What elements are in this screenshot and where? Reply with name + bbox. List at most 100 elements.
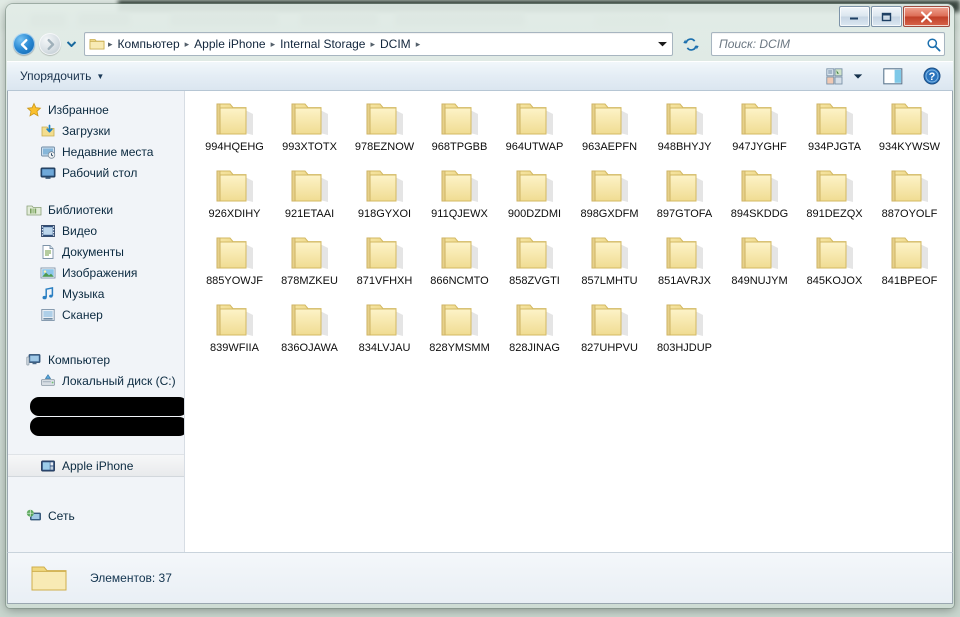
folder-item[interactable]: 934PJGTA bbox=[797, 101, 872, 154]
folder-item[interactable]: 911QJEWX bbox=[422, 168, 497, 221]
change-view-dropdown[interactable] bbox=[849, 65, 867, 87]
folder-item[interactable]: 803HJDUP bbox=[647, 302, 722, 355]
folder-item[interactable]: 866NCMTO bbox=[422, 235, 497, 288]
folder-label: 803HJDUP bbox=[656, 342, 713, 354]
search-input[interactable]: Поиск: DCIM bbox=[711, 32, 945, 56]
sidebar-item-desktop[interactable]: Рабочий стол bbox=[8, 162, 184, 183]
breadcrumb[interactable]: ▸ Компьютер ▸ Apple iPhone ▸ Internal St… bbox=[107, 36, 655, 52]
folder-item[interactable]: 839WFIIA bbox=[197, 302, 272, 355]
sidebar-item-network[interactable]: Сеть bbox=[8, 505, 184, 526]
change-view-button[interactable] bbox=[822, 65, 847, 87]
libraries-icon bbox=[26, 205, 42, 215]
sidebar-item-video[interactable]: Видео bbox=[8, 220, 184, 241]
folder-item[interactable]: 887OYOLF bbox=[872, 168, 947, 221]
folder-item[interactable]: 894SKDDG bbox=[722, 168, 797, 221]
address-bar[interactable]: ▸ Компьютер ▸ Apple iPhone ▸ Internal St… bbox=[84, 32, 673, 56]
folder-item[interactable]: 994HQEHG bbox=[197, 101, 272, 154]
address-dropdown-button[interactable] bbox=[655, 34, 670, 54]
sidebar-item-music[interactable]: Музыка bbox=[8, 283, 184, 304]
folder-item[interactable]: 968TPGBB bbox=[422, 101, 497, 154]
maximize-icon bbox=[881, 12, 892, 21]
folder-icon bbox=[366, 170, 403, 202]
sidebar-item-recent-places[interactable]: Недавние места bbox=[8, 141, 184, 162]
folder-item[interactable]: 851AVRJX bbox=[647, 235, 722, 288]
folder-icon bbox=[666, 304, 703, 336]
folder-item[interactable]: 964UTWAP bbox=[497, 101, 572, 154]
folder-icon bbox=[816, 237, 853, 269]
breadcrumb-item-device[interactable]: Apple iPhone bbox=[190, 36, 269, 52]
folder-item[interactable]: 978EZNOW bbox=[347, 101, 422, 154]
sidebar-item-pictures[interactable]: Изображения bbox=[8, 262, 184, 283]
help-button[interactable]: ? bbox=[919, 65, 945, 87]
sidebar-item-local-disk-c[interactable]: Локальный диск (C:) bbox=[8, 370, 184, 391]
file-list-pane[interactable]: 994HQEHG 993XTOTX 978EZNOW 968TPGBB 964U… bbox=[185, 91, 952, 552]
organize-button[interactable]: Упорядочить ▼ bbox=[13, 66, 111, 86]
sidebar-item-downloads[interactable]: Загрузки bbox=[8, 120, 184, 141]
folder-icon bbox=[441, 304, 478, 336]
folder-item[interactable]: 841BPEOF bbox=[872, 235, 947, 288]
folder-item[interactable]: 897GTOFA bbox=[647, 168, 722, 221]
folder-icon bbox=[291, 103, 328, 135]
title-bar[interactable] bbox=[6, 4, 954, 28]
folder-item[interactable]: 900DZDMI bbox=[497, 168, 572, 221]
breadcrumb-item-computer[interactable]: Компьютер bbox=[114, 36, 184, 52]
minimize-button[interactable] bbox=[839, 6, 870, 27]
folder-item[interactable]: 878MZKEU bbox=[272, 235, 347, 288]
folder-item[interactable]: 828JINAG bbox=[497, 302, 572, 355]
folder-icon bbox=[666, 237, 703, 269]
forward-button[interactable] bbox=[39, 33, 61, 55]
portable-device-icon bbox=[41, 460, 55, 471]
folder-item[interactable]: 871VFHXH bbox=[347, 235, 422, 288]
folder-icon bbox=[441, 170, 478, 202]
folder-item[interactable]: 921ETAAI bbox=[272, 168, 347, 221]
folder-item[interactable]: 858ZVGTI bbox=[497, 235, 572, 288]
breadcrumb-item-storage[interactable]: Internal Storage bbox=[276, 36, 369, 52]
folder-item[interactable]: 885YOWJF bbox=[197, 235, 272, 288]
folder-item[interactable]: 934KYWSW bbox=[872, 101, 947, 154]
folder-item[interactable]: 948BHYJY bbox=[647, 101, 722, 154]
folder-item[interactable]: 834LVJAU bbox=[347, 302, 422, 355]
folder-item[interactable]: 898GXDFM bbox=[572, 168, 647, 221]
sidebar-item-redacted-2[interactable] bbox=[8, 433, 184, 454]
sidebar-item-scanner[interactable]: Сканер bbox=[8, 304, 184, 325]
folder-item[interactable]: 857LMHTU bbox=[572, 235, 647, 288]
folder-item[interactable]: 827UHPVU bbox=[572, 302, 647, 355]
folder-icon bbox=[666, 170, 703, 202]
folder-item[interactable]: 828YMSMM bbox=[422, 302, 497, 355]
folder-label: 934PJGTA bbox=[808, 141, 861, 153]
refresh-button[interactable] bbox=[679, 33, 703, 55]
folder-label: 849NUJYM bbox=[731, 275, 788, 287]
recent-pages-button[interactable] bbox=[65, 33, 77, 55]
folder-icon bbox=[216, 304, 253, 336]
window-controls bbox=[839, 6, 950, 27]
folder-item[interactable]: 993XTOTX bbox=[272, 101, 347, 154]
folder-label: 964UTWAP bbox=[505, 141, 564, 153]
folder-item[interactable]: 891DEZQX bbox=[797, 168, 872, 221]
navigation-pane[interactable]: Избранное Загрузки Недавние места Рабочи… bbox=[8, 91, 185, 552]
chevron-down-icon: ▼ bbox=[96, 71, 105, 81]
folder-item[interactable]: 836OJAWA bbox=[272, 302, 347, 355]
sidebar-item-computer[interactable]: Компьютер bbox=[8, 349, 184, 370]
breadcrumb-item-dcim[interactable]: DCIM bbox=[376, 36, 415, 52]
folder-icon bbox=[291, 170, 328, 202]
folder-label: 934KYWSW bbox=[878, 141, 941, 153]
folder-item[interactable]: 947JYGHF bbox=[722, 101, 797, 154]
folder-label: 978EZNOW bbox=[354, 141, 415, 153]
folder-item[interactable]: 963AEPFN bbox=[572, 101, 647, 154]
folder-item[interactable]: 926XDIHY bbox=[197, 168, 272, 221]
search-icon[interactable] bbox=[926, 37, 941, 52]
folder-item[interactable]: 849NUJYM bbox=[722, 235, 797, 288]
close-button[interactable] bbox=[903, 6, 950, 27]
sidebar-item-apple-iphone[interactable]: Apple iPhone bbox=[8, 454, 184, 477]
preview-pane-button[interactable] bbox=[879, 65, 907, 87]
sidebar-item-favorites[interactable]: Избранное bbox=[8, 99, 184, 120]
maximize-button[interactable] bbox=[871, 6, 902, 27]
breadcrumb-separator: ▸ bbox=[108, 38, 113, 49]
sidebar-item-libraries[interactable]: Библиотеки bbox=[8, 199, 184, 220]
sidebar-item-documents[interactable]: Документы bbox=[8, 241, 184, 262]
folder-item[interactable]: 845KOJOX bbox=[797, 235, 872, 288]
folder-icon bbox=[216, 237, 253, 269]
back-button[interactable] bbox=[13, 33, 35, 55]
folder-item[interactable]: 918GYXOI bbox=[347, 168, 422, 221]
